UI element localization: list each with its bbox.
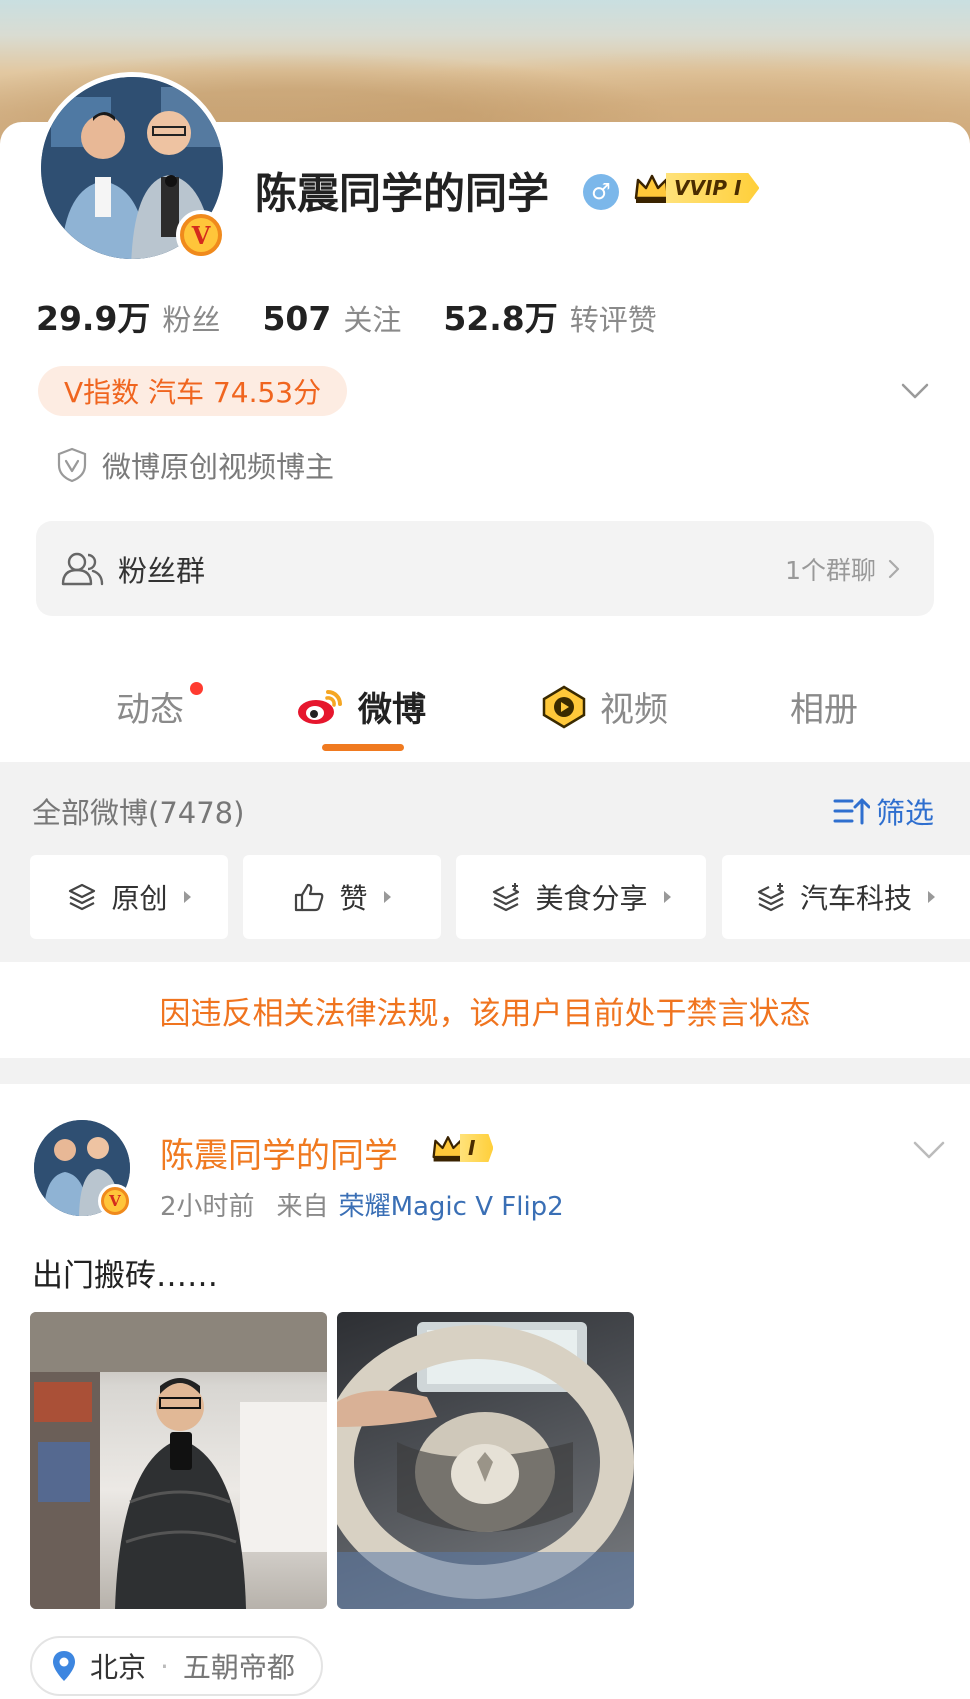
profile-avatar[interactable]: V xyxy=(36,72,228,264)
location-city: 北京 xyxy=(90,1651,147,1684)
ban-notice-text: 因违反相关法律法规，该用户目前处于禁言状态 xyxy=(159,995,811,1032)
chip-like-label: 赞 xyxy=(339,882,368,915)
post-more-chevron-icon[interactable] xyxy=(912,1132,946,1166)
chip-arrow-icon xyxy=(183,891,191,903)
chip-like[interactable]: 赞 xyxy=(243,855,441,939)
section-divider xyxy=(0,1058,970,1084)
vip-badge[interactable]: VVIP I xyxy=(632,168,766,208)
chip-auto-tech[interactable]: 汽车科技 xyxy=(722,855,970,939)
post-author-name[interactable]: 陈震同学的同学 xyxy=(160,1128,398,1177)
ban-notice: 因违反相关法律法规，该用户目前处于禁言状态 xyxy=(0,962,970,1058)
tab-album-label: 相册 xyxy=(790,690,858,730)
post-meta: 2小时前 来自 荣耀Magic V Flip2 xyxy=(160,1186,564,1223)
location-pin-icon xyxy=(53,1651,75,1681)
post-vip-badge[interactable]: I xyxy=(430,1130,494,1166)
group-users-icon xyxy=(61,552,104,585)
post-vip-label: I xyxy=(460,1134,494,1162)
tab-weibo[interactable]: 微博 xyxy=(296,682,426,731)
notification-dot xyxy=(190,682,203,695)
profile-username: 陈震同学的同学 xyxy=(255,169,550,218)
tab-video-label: 视频 xyxy=(600,690,668,730)
certification-text: 微博原创视频博主 xyxy=(102,450,335,484)
filter-button[interactable]: 筛选 xyxy=(832,790,934,832)
following-count[interactable]: 507 xyxy=(262,299,331,338)
chip-original-label: 原创 xyxy=(111,882,168,915)
interactions-label: 转评赞 xyxy=(569,303,657,337)
tab-album[interactable]: 相册 xyxy=(790,682,858,731)
profile-tabs: 动态 微博 视频 相册 xyxy=(0,682,970,762)
chip-food[interactable]: 美食分享 xyxy=(456,855,706,939)
chip-arrow-icon xyxy=(663,891,671,903)
filter-icon xyxy=(833,798,870,825)
all-weibo-count: 全部微博(7478) xyxy=(32,796,245,830)
fans-group-label: 粉丝群 xyxy=(118,553,206,588)
profile-stats: 29.9万 粉丝 507 关注 52.8万 转评赞 xyxy=(36,292,699,340)
chip-arrow-icon xyxy=(928,891,936,903)
interactions-count: 52.8万 xyxy=(443,299,558,338)
post-author-avatar[interactable]: V xyxy=(34,1120,132,1218)
post-image-2[interactable] xyxy=(337,1312,634,1609)
chip-original[interactable]: 原创 xyxy=(30,855,228,939)
layers-icon xyxy=(69,883,96,911)
chevron-right-icon xyxy=(888,559,900,578)
layers-sparkle-icon xyxy=(493,883,520,912)
layers-sparkle-icon xyxy=(757,883,785,912)
tab-weibo-label: 微博 xyxy=(358,690,426,730)
fans-group-count-text: 1个群聊 xyxy=(785,555,876,585)
shield-icon xyxy=(57,447,87,483)
post-from-label: 来自 xyxy=(276,1192,329,1222)
verified-badge-icon: V xyxy=(176,210,226,260)
gender-male-icon: ♂ xyxy=(583,174,619,210)
followers-label[interactable]: 粉丝 xyxy=(162,297,220,339)
post-image-1[interactable] xyxy=(30,1312,327,1609)
following-label[interactable]: 关注 xyxy=(343,297,401,339)
followers-count[interactable]: 29.9万 xyxy=(36,292,150,340)
weibo-logo-icon xyxy=(298,689,342,724)
post-source[interactable]: 荣耀Magic V Flip2 xyxy=(339,1186,564,1223)
chip-food-label: 美食分享 xyxy=(535,882,648,915)
video-badge-icon xyxy=(542,685,586,728)
certification-row[interactable]: 微博原创视频博主 xyxy=(56,444,334,486)
tab-dynamics-label: 动态 xyxy=(116,690,184,730)
post-text: 出门搬砖…… xyxy=(32,1258,218,1294)
chip-arrow-icon xyxy=(383,891,391,903)
location-separator: · xyxy=(160,1649,169,1683)
v-index-badge[interactable]: V指数 汽车 74.53分 xyxy=(38,366,348,416)
filter-label: 筛选 xyxy=(876,796,935,830)
tab-video[interactable]: 视频 xyxy=(540,682,668,731)
vip-label: VVIP I xyxy=(666,173,760,203)
post-location-tag[interactable]: 北京 · 五朝帝都 xyxy=(30,1636,323,1696)
post-time: 2小时前 xyxy=(160,1192,255,1222)
verified-badge-icon: V xyxy=(98,1184,132,1218)
thumbs-up-icon xyxy=(295,883,324,912)
active-tab-indicator xyxy=(322,744,404,751)
chip-auto-tech-label: 汽车科技 xyxy=(800,882,913,915)
chevron-down-icon[interactable] xyxy=(900,376,930,406)
fans-group-count[interactable]: 1个群聊 xyxy=(785,551,904,587)
tab-dynamics[interactable]: 动态 xyxy=(116,682,184,731)
location-place: 五朝帝都 xyxy=(182,1651,295,1684)
fans-group-row[interactable]: 粉丝群 1个群聊 xyxy=(36,521,934,616)
